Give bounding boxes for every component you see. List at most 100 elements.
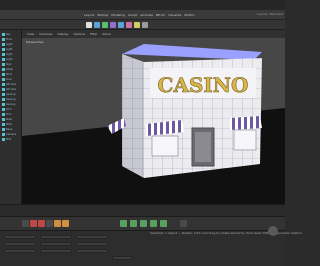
keyframe-icon[interactable] [46,220,53,227]
object-row[interactable]: Trim [2,112,20,116]
apply-button[interactable] [112,256,132,260]
menu-startup[interactable]: Startup [97,13,108,17]
viewport-menu-cameras[interactable]: Cameras [39,32,52,36]
record-icon[interactable] [30,220,37,227]
light-icon[interactable] [134,22,140,28]
object-row[interactable]: Window [2,87,20,91]
rotate-icon[interactable] [102,22,108,28]
object-label: Camera [6,132,17,136]
go-start-icon[interactable] [22,220,29,227]
settings-icon[interactable] [62,220,69,227]
object-icon [2,87,5,91]
object-icon [2,47,5,51]
object-label: Window [6,82,17,86]
object-row[interactable]: Roof [2,72,20,76]
object-row[interactable]: Null [2,137,20,141]
object-label: Light [6,52,13,56]
field-scale-z[interactable] [40,249,72,253]
object-row[interactable]: Floor [2,37,20,41]
object-icon [2,92,5,96]
object-row[interactable]: Light [2,57,20,61]
menu-sculpt[interactable]: Sculpt [128,13,137,17]
viewport-menubar: View Cameras Display Options Filter Pane… [22,30,285,38]
window-left [151,135,179,157]
menu-bp-uv[interactable]: BP-UV [156,13,165,17]
play-reverse-icon[interactable] [130,220,137,227]
menu-modeling[interactable]: Modeling [111,13,125,17]
object-manager: Sky Floor Light Light Light Light Sign W… [0,30,22,206]
viewport-menu-options[interactable]: Options [74,32,86,36]
menu-visualize[interactable]: Visualize [168,13,181,17]
go-end-icon[interactable] [160,220,167,227]
pen-icon[interactable] [126,22,132,28]
menu-motion[interactable]: Motion [184,13,194,17]
move-icon[interactable] [86,22,92,28]
viewport-menu-view[interactable]: View [27,32,34,36]
menu-animate[interactable]: Animate [140,13,153,17]
cube-icon[interactable] [118,22,124,28]
field-position-y[interactable] [4,242,36,246]
render-icon[interactable] [110,22,116,28]
object-row[interactable]: Camera [2,132,20,136]
field-rotation-b[interactable] [76,249,108,253]
object-icon [2,52,5,56]
viewport-menu-display[interactable]: Display [57,32,68,36]
viewport-menu-panel[interactable]: Panel [103,32,111,36]
camera-icon[interactable] [142,22,148,28]
object-label: Walls [6,67,13,71]
object-row[interactable]: Light [2,42,20,46]
field-scale-y[interactable] [40,242,72,246]
object-row[interactable]: Trim [2,107,20,111]
casino-sign-text: CASINO [158,73,249,97]
object-row[interactable]: Door [2,77,20,81]
loop-icon[interactable] [180,220,187,227]
object-label: Pillar [6,117,13,121]
object-row[interactable]: Window [2,82,20,86]
field-rotation-p[interactable] [76,242,108,246]
object-row[interactable]: Sign [2,62,20,66]
motion-icon[interactable] [54,220,61,227]
object-label: Trim [6,112,12,116]
object-icon [2,137,5,141]
menu-layout[interactable]: Layout [84,13,94,17]
object-row[interactable]: Walls [2,67,20,71]
object-label: Light [6,42,13,46]
object-row[interactable]: Awning [2,102,20,106]
object-label: Floor [6,37,13,41]
title-bar [0,0,285,10]
object-icon [2,107,5,111]
field-position-x[interactable] [4,235,36,239]
object-label: Awning [6,97,16,101]
object-icon [2,117,5,121]
object-row[interactable]: Awning [2,97,20,101]
play-icon[interactable] [140,220,147,227]
object-row[interactable]: Pillar [2,122,20,126]
next-frame-icon[interactable] [150,220,157,227]
casino-scene: CASINO [22,44,285,204]
field-position-z[interactable] [4,249,36,253]
object-label: Base [6,127,13,131]
3d-viewport[interactable]: CASINO Perspective [22,38,285,204]
object-icon [2,57,5,61]
object-icon [2,112,5,116]
scale-icon[interactable] [94,22,100,28]
object-row[interactable]: Sky [2,32,20,36]
viewport-menu-filter[interactable]: Filter [90,32,97,36]
object-row[interactable]: Base [2,127,20,131]
object-row[interactable]: Light [2,52,20,56]
field-scale-x[interactable] [40,235,72,239]
autokey-icon[interactable] [38,220,45,227]
object-label: Trim [6,107,12,111]
object-label: Awning [6,92,16,96]
timeline-ruler[interactable] [0,204,285,216]
prev-frame-icon[interactable] [120,220,127,227]
object-row[interactable]: Light [2,47,20,51]
object-icon [2,62,5,66]
status-text: Selected: 1 object — Rotate: Click and d… [150,231,303,235]
field-rotation-h[interactable] [76,235,108,239]
object-icon [2,127,5,131]
object-row[interactable]: Pillar [2,117,20,121]
viewport-label: Perspective [26,40,44,44]
window-right [233,129,257,151]
object-row[interactable]: Awning [2,92,20,96]
